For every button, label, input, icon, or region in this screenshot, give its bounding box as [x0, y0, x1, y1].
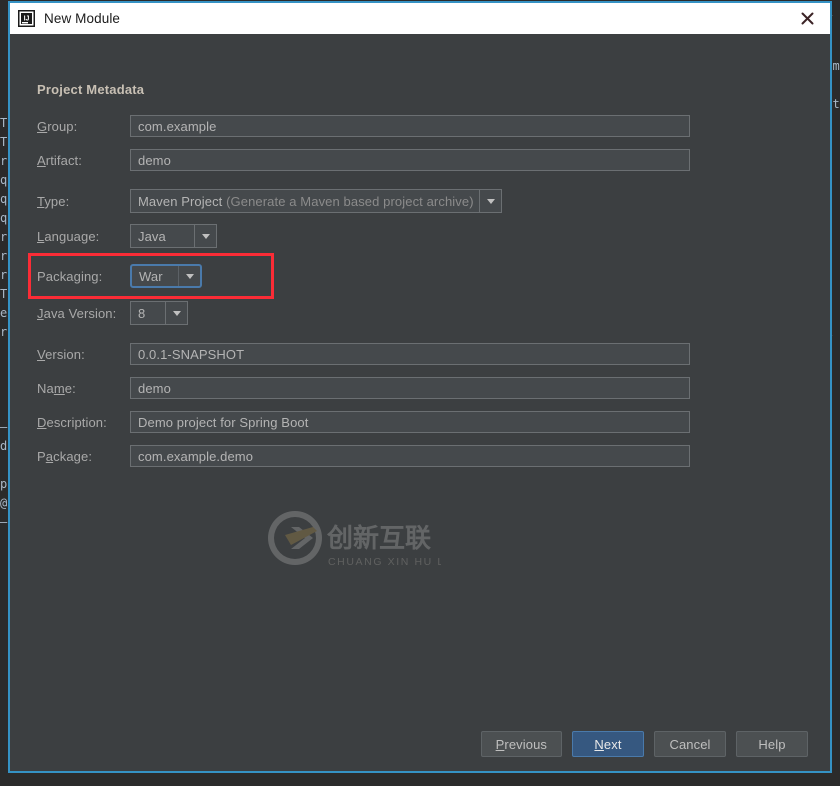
watermark-pinyin: CHUANG XIN HU LIAN: [328, 556, 441, 568]
label-artifact: Artifact:: [37, 152, 82, 168]
svg-text:IJ: IJ: [24, 16, 30, 23]
field-row-packaging: Packaging: War: [37, 264, 202, 288]
dialog-button-bar: Previous Next Cancel Help: [480, 731, 808, 757]
label-type: Type:: [37, 193, 70, 209]
label-package: Package:: [37, 448, 93, 464]
language-combobox[interactable]: Java: [130, 224, 217, 248]
previous-button[interactable]: Previous: [480, 731, 562, 757]
svg-text:创新互联: 创新互联: [326, 523, 431, 554]
version-input-value: 0.0.1-SNAPSHOT: [138, 346, 245, 362]
artifact-input-value: demo: [138, 152, 171, 168]
dialog-title-bar: IJ New Module: [10, 3, 830, 34]
next-button[interactable]: Next: [572, 731, 644, 757]
packaging-combobox-value: War: [139, 268, 163, 284]
type-value-hint: (Generate a Maven based project archive): [226, 193, 474, 209]
field-row-java-version: Java Version: 8: [37, 301, 188, 325]
new-module-dialog: IJ New Module Project Metadata Group: co…: [8, 1, 832, 773]
watermark: 创新互联 CHUANG XIN HU LIAN: [261, 505, 465, 571]
java-version-combobox[interactable]: 8: [130, 301, 188, 325]
page-title: Project Metadata: [37, 82, 145, 97]
group-input[interactable]: com.example: [130, 115, 690, 137]
field-row-language: Language: Java: [37, 224, 217, 248]
language-combobox-value: Java: [138, 228, 166, 244]
chevron-down-icon[interactable]: [479, 190, 501, 212]
type-value-main: Maven Project: [138, 193, 223, 209]
field-row-group: Group: com.example: [37, 114, 690, 138]
field-row-description: Description: Demo project for Spring Boo…: [37, 410, 690, 434]
label-name: Name:: [37, 380, 76, 396]
field-row-name: Name: demo: [37, 376, 690, 400]
java-version-combobox-value: 8: [138, 305, 146, 321]
package-input[interactable]: com.example.demo: [130, 445, 690, 467]
chevron-down-icon[interactable]: [165, 302, 187, 324]
field-row-artifact: Artifact: demo: [37, 148, 690, 172]
chevron-down-icon[interactable]: [178, 266, 200, 286]
close-icon[interactable]: [784, 3, 830, 34]
chevron-down-icon[interactable]: [194, 225, 216, 247]
type-combobox[interactable]: Maven Project (Generate a Maven based pr…: [130, 189, 502, 213]
label-description: Description:: [37, 414, 107, 430]
version-input[interactable]: 0.0.1-SNAPSHOT: [130, 343, 690, 365]
label-language: Language:: [37, 228, 100, 244]
name-input-value: demo: [138, 380, 171, 396]
package-input-value: com.example.demo: [138, 448, 254, 464]
dialog-body: Project Metadata Group: com.example Arti…: [10, 34, 830, 771]
dialog-title: New Module: [44, 11, 121, 26]
label-version: Version:: [37, 346, 85, 362]
description-input-value: Demo project for Spring Boot: [138, 414, 309, 430]
label-java-version: Java Version:: [37, 305, 117, 321]
name-input[interactable]: demo: [130, 377, 690, 399]
type-combobox-value: Maven Project (Generate a Maven based pr…: [131, 194, 479, 209]
cancel-button[interactable]: Cancel: [654, 731, 726, 757]
field-row-package: Package: com.example.demo: [37, 444, 690, 468]
field-row-version: Version: 0.0.1-SNAPSHOT: [37, 342, 690, 366]
group-input-value: com.example: [138, 118, 217, 134]
label-group: Group:: [37, 118, 78, 134]
help-button[interactable]: Help: [736, 731, 808, 757]
intellij-idea-icon: IJ: [18, 10, 35, 27]
artifact-input[interactable]: demo: [130, 149, 690, 171]
label-packaging: Packaging:: [37, 268, 103, 284]
packaging-combobox[interactable]: War: [130, 264, 202, 288]
description-input[interactable]: Demo project for Spring Boot: [130, 411, 690, 433]
field-row-type: Type: Maven Project (Generate a Maven ba…: [37, 189, 502, 213]
